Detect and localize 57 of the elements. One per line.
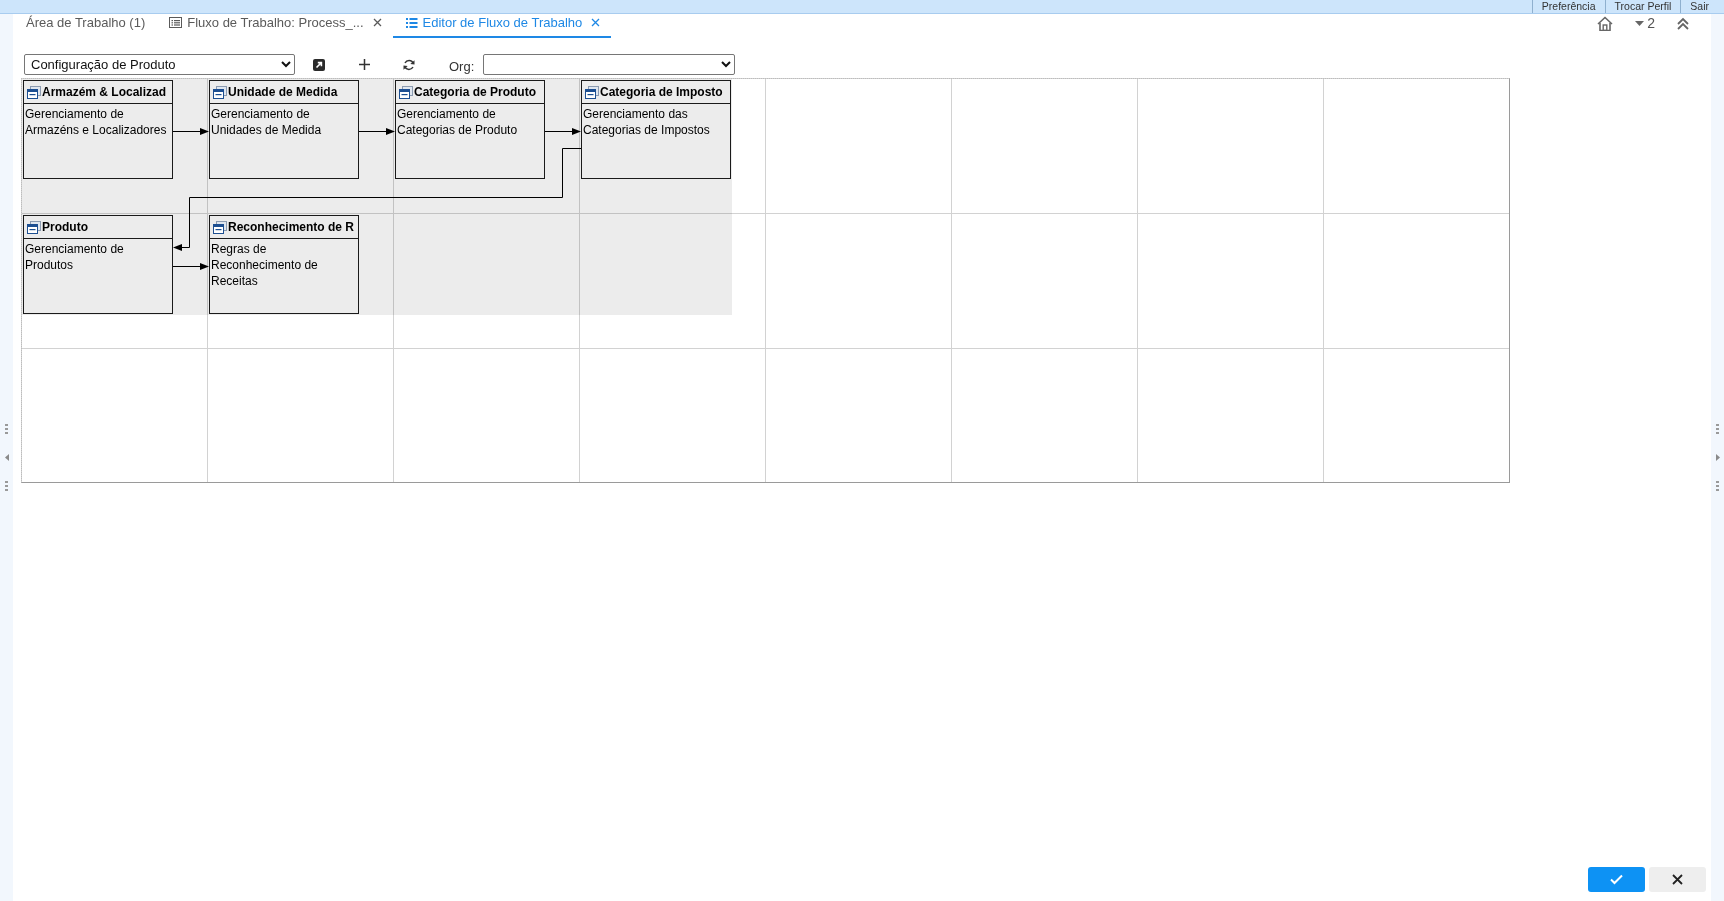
grip-icon[interactable] bbox=[5, 424, 8, 434]
grip-icon[interactable] bbox=[1716, 424, 1719, 434]
caret-right-icon[interactable] bbox=[1715, 454, 1720, 461]
close-icon[interactable] bbox=[372, 18, 382, 27]
window-icon bbox=[27, 85, 41, 99]
node-title: Armazém & Localizad bbox=[42, 84, 167, 101]
connector-arrow bbox=[544, 128, 581, 135]
node-title: Unidade de Medida bbox=[228, 84, 338, 101]
grip-icon[interactable] bbox=[5, 481, 8, 491]
node-description: Gerenciamento de Armazéns e Localizadores bbox=[24, 106, 168, 138]
list-window-icon bbox=[169, 17, 183, 28]
node-title: Produto bbox=[42, 219, 88, 236]
home-icon[interactable] bbox=[1597, 16, 1614, 31]
cancel-button[interactable] bbox=[1649, 867, 1706, 892]
caret-left-icon[interactable] bbox=[4, 454, 9, 461]
close-icon[interactable] bbox=[591, 18, 601, 27]
top-menu-link[interactable]: Preferência bbox=[1531, 0, 1605, 13]
workflow-select[interactable]: Configuração de Produto bbox=[24, 54, 295, 75]
tab[interactable]: Editor de Fluxo de Trabalho bbox=[392, 14, 612, 38]
grip-icon[interactable] bbox=[1716, 481, 1719, 491]
top-menu-link[interactable]: Trocar Perfil bbox=[1604, 0, 1681, 13]
external-link-icon bbox=[313, 58, 325, 71]
node-description: Regras de Reconhecimento de Receitas bbox=[210, 241, 319, 289]
connector-arrow bbox=[172, 263, 209, 270]
workflow-node[interactable]: Reconhecimento de R Regras de Reconhecimento de Receitas bbox=[209, 215, 359, 314]
connector-arrow bbox=[172, 128, 209, 135]
window-icon bbox=[27, 220, 41, 234]
window-menu-button[interactable]: 2 bbox=[1635, 13, 1655, 34]
tab[interactable]: Área de Trabalho (1) bbox=[13, 14, 157, 38]
window-icon bbox=[399, 85, 413, 99]
close-icon bbox=[1672, 874, 1683, 885]
plus-icon bbox=[358, 59, 370, 70]
list-icon bbox=[405, 17, 418, 28]
window-icon bbox=[585, 85, 599, 99]
refresh-icon bbox=[403, 58, 415, 71]
workflow-node[interactable]: Armazém & Localizad Gerenciamento de Armazéns e Localizadores bbox=[23, 80, 173, 179]
node-title: Reconhecimento de R bbox=[228, 219, 355, 236]
node-description: Gerenciamento de Unidades de Medida bbox=[210, 106, 323, 138]
node-description: Gerenciamento de Categorias de Produto bbox=[396, 106, 519, 138]
node-title: Categoria de Produto bbox=[414, 84, 536, 101]
workflow-node[interactable]: Unidade de Medida Gerenciamento de Unidades de Medida bbox=[209, 80, 359, 179]
node-description: Gerenciamento de Produtos bbox=[24, 241, 125, 273]
check-icon bbox=[1610, 874, 1623, 885]
window-icon bbox=[213, 85, 227, 99]
workflow-node[interactable]: Categoria de Produto Gerenciamento de Categorias de Produto bbox=[395, 80, 545, 179]
connector-arrow bbox=[358, 128, 395, 135]
node-description: Gerenciamento das Categorias de Impostos bbox=[582, 106, 711, 138]
tab[interactable]: Fluxo de Trabalho: Process_... bbox=[156, 14, 393, 38]
double-chevron-up-icon[interactable] bbox=[1677, 17, 1689, 30]
top-menu-link[interactable]: Sair bbox=[1680, 0, 1718, 13]
node-title: Categoria de Imposto bbox=[600, 84, 723, 101]
org-label: Org: bbox=[449, 57, 475, 76]
org-select[interactable] bbox=[483, 54, 736, 75]
caret-down-icon bbox=[1635, 21, 1645, 26]
workflow-node[interactable]: Produto Gerenciamento de Produtos bbox=[23, 215, 173, 314]
workflow-node[interactable]: Categoria de Imposto Gerenciamento das Categorias de Impostos bbox=[581, 80, 731, 179]
window-icon bbox=[213, 220, 227, 234]
